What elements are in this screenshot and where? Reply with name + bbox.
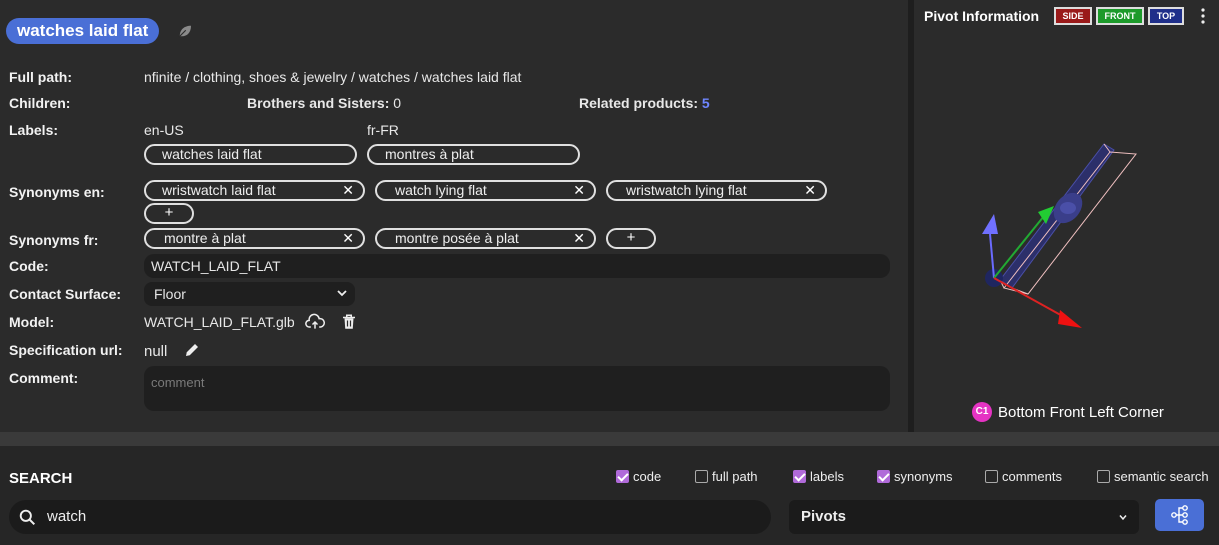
spec-url-label: Specification url: [9, 342, 123, 358]
contact-surface-select[interactable]: Floor [144, 282, 355, 306]
comment-field[interactable]: comment [144, 366, 890, 411]
model-filename: WATCH_LAID_FLAT.glb [144, 314, 295, 330]
tree-view-button[interactable] [1155, 499, 1204, 531]
synonym-text: wristwatch lying flat [626, 182, 747, 198]
label-en-input[interactable]: watches laid flat [144, 144, 357, 165]
pencil-icon[interactable] [183, 341, 201, 359]
remove-icon[interactable]: ✕ [573, 230, 585, 247]
related-label: Related products: [579, 95, 699, 111]
details-panel: watches laid flat Full path: nfinite / c… [0, 0, 908, 432]
corner-label: Bottom Front Left Corner [998, 404, 1164, 421]
label-fr-input[interactable]: montres à plat [367, 144, 580, 165]
cloud-upload-icon[interactable] [305, 313, 325, 331]
add-synonym-en-button[interactable]: + [144, 203, 194, 224]
remove-icon[interactable]: ✕ [804, 182, 816, 199]
pivot-title: Pivot Information [924, 8, 1040, 24]
corner-badge: C1 [972, 402, 992, 422]
filter-label: labels [810, 469, 844, 484]
resize-handle[interactable] [0, 432, 1219, 446]
contact-surface-value: Floor [154, 286, 186, 302]
filter-label: comments [1002, 469, 1062, 484]
search-title: SEARCH [9, 470, 73, 487]
synonym-fr-chip[interactable]: montre à plat ✕ [144, 228, 365, 249]
children-label: Children: [9, 95, 71, 111]
siblings-label: Brothers and Sisters: [247, 95, 390, 111]
comment-label: Comment: [9, 370, 79, 386]
checkbox-box[interactable] [616, 470, 629, 483]
view-side-button[interactable]: SIDE [1054, 7, 1092, 25]
code-label: Code: [9, 258, 49, 274]
page-title: watches laid flat [6, 18, 160, 44]
full-path-label: Full path: [9, 69, 72, 85]
synonym-text: montre posée à plat [395, 230, 519, 246]
model-label: Model: [9, 314, 55, 330]
synonym-en-chip[interactable]: wristwatch laid flat ✕ [144, 180, 365, 201]
checkbox-box[interactable] [1097, 470, 1110, 483]
labels-label: Labels: [9, 122, 59, 138]
remove-icon[interactable]: ✕ [342, 182, 354, 199]
more-vert-icon[interactable] [1200, 8, 1206, 24]
full-path-value: nfinite / clothing, shoes & jewelry / wa… [144, 69, 522, 85]
filter-label: semantic search [1114, 469, 1209, 484]
remove-icon[interactable]: ✕ [342, 230, 354, 247]
chevron-down-icon [337, 290, 347, 297]
related-products[interactable]: Related products: 5 [579, 95, 710, 111]
search-input[interactable]: watch [9, 500, 771, 534]
trash-icon[interactable] [340, 313, 358, 331]
search-query: watch [47, 508, 87, 525]
add-synonym-fr-button[interactable]: + [606, 228, 656, 249]
view-front-button[interactable]: FRONT [1096, 7, 1144, 25]
synonym-text: montre à plat [164, 230, 246, 246]
search-panel: SEARCH code full path labels synonyms co… [0, 446, 1219, 545]
checkbox-box[interactable] [793, 470, 806, 483]
spec-url-value: null [144, 343, 168, 360]
checkbox-box[interactable] [877, 470, 890, 483]
contact-surface-label: Contact Surface: [9, 286, 122, 302]
synonym-text: watch lying flat [395, 182, 487, 198]
synonym-fr-chip[interactable]: montre posée à plat ✕ [375, 228, 596, 249]
siblings: Brothers and Sisters: 0 [247, 95, 401, 111]
search-type-value: Pivots [801, 508, 847, 525]
pivot-3d-viewport[interactable] [964, 130, 1164, 340]
synonyms-fr-label: Synonyms fr: [9, 232, 99, 248]
checkbox-box[interactable] [695, 470, 708, 483]
leaf-icon[interactable] [176, 22, 194, 40]
synonym-text: wristwatch laid flat [162, 182, 276, 198]
chevron-down-icon [1119, 515, 1127, 521]
checkbox-box[interactable] [985, 470, 998, 483]
synonym-en-chip[interactable]: watch lying flat ✕ [375, 180, 596, 201]
label-locale-en: en-US [144, 122, 184, 138]
view-top-button[interactable]: TOP [1148, 7, 1184, 25]
label-locale-fr: fr-FR [367, 122, 399, 138]
sitemap-icon [1171, 505, 1188, 525]
filter-label: full path [712, 469, 758, 484]
search-type-select[interactable]: Pivots [789, 500, 1139, 534]
search-icon [19, 509, 36, 526]
pivot-panel: Pivot Information SIDE FRONT TOP C1 Bott… [914, 0, 1219, 432]
siblings-count: 0 [393, 95, 402, 111]
synonym-en-chip[interactable]: wristwatch lying flat ✕ [606, 180, 827, 201]
filter-label: synonyms [894, 469, 953, 484]
filter-label: code [633, 469, 662, 484]
synonyms-en-label: Synonyms en: [9, 184, 105, 200]
related-count[interactable]: 5 [702, 95, 710, 111]
code-field[interactable]: WATCH_LAID_FLAT [144, 254, 890, 278]
remove-icon[interactable]: ✕ [573, 182, 585, 199]
